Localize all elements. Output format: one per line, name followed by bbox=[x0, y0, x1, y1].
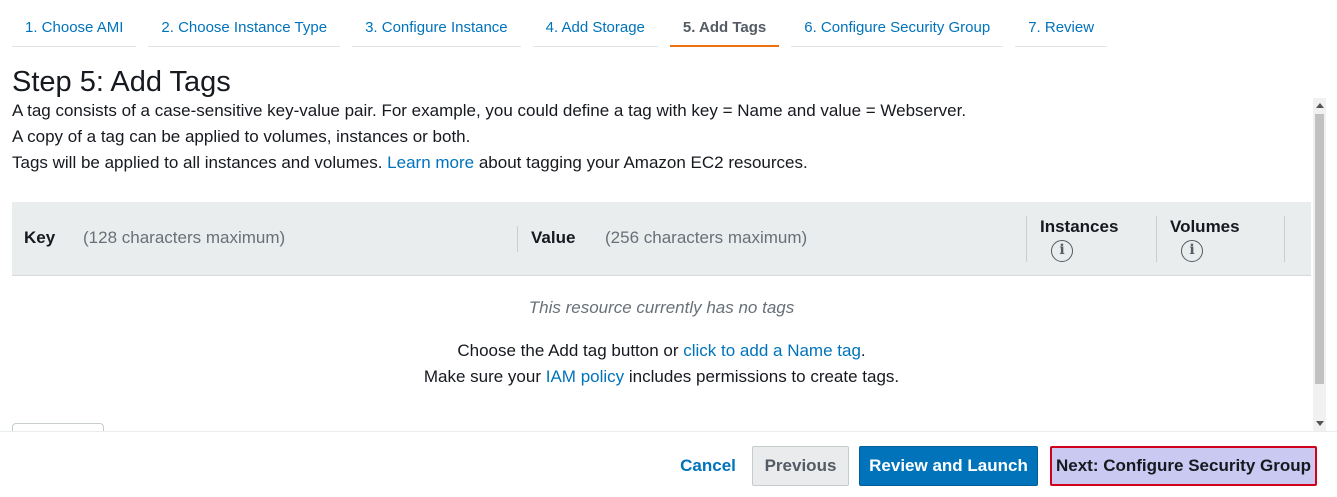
scroll-up-arrow-icon[interactable] bbox=[1316, 103, 1324, 108]
tab-choose-ami[interactable]: 1. Choose AMI bbox=[12, 10, 137, 47]
volumes-info-icon[interactable]: i bbox=[1181, 240, 1203, 262]
volumes-column-header: Volumes bbox=[1170, 217, 1240, 236]
iam-hint-suffix: includes permissions to create tags. bbox=[628, 367, 900, 386]
tags-table: Key (128 characters maximum) Value (256 … bbox=[12, 202, 1311, 386]
scroll-down-arrow-icon[interactable] bbox=[1316, 421, 1324, 426]
add-tag-hint-text: Choose the Add tag button or bbox=[457, 341, 679, 360]
wizard-footer: Cancel Previous Review and Launch Next: … bbox=[0, 431, 1337, 497]
tab-configure-instance[interactable]: 3. Configure Instance bbox=[352, 10, 521, 47]
intro-line-1: A tag consists of a case-sensitive key-v… bbox=[12, 101, 967, 120]
learn-more-link[interactable]: Learn more bbox=[387, 153, 474, 172]
iam-policy-link[interactable]: IAM policy bbox=[546, 367, 624, 386]
column-divider bbox=[1026, 216, 1027, 262]
tab-review[interactable]: 7. Review bbox=[1015, 10, 1108, 47]
add-name-tag-link[interactable]: click to add a Name tag bbox=[683, 341, 861, 360]
wizard-steps: 1. Choose AMI 2. Choose Instance Type 3.… bbox=[12, 10, 1119, 47]
tags-table-header: Key (128 characters maximum) Value (256 … bbox=[12, 202, 1311, 276]
tab-choose-instance-type[interactable]: 2. Choose Instance Type bbox=[148, 10, 341, 47]
instances-column-header: Instances bbox=[1040, 217, 1119, 236]
no-tags-message: This resource currently has no tags bbox=[528, 298, 795, 317]
iam-policy-hint: Make sure your IAM policy includes permi… bbox=[12, 367, 1311, 387]
cancel-button[interactable]: Cancel bbox=[672, 446, 744, 486]
value-column-hint: (256 characters maximum) bbox=[605, 228, 808, 247]
tab-add-storage[interactable]: 4. Add Storage bbox=[532, 10, 658, 47]
add-tag-button[interactable] bbox=[12, 423, 104, 431]
intro-line-3-suffix: about tagging your Amazon EC2 resources. bbox=[478, 153, 808, 172]
intro-line-3: Tags will be applied to all instances an… bbox=[12, 150, 966, 176]
instances-info-icon[interactable]: i bbox=[1051, 240, 1073, 262]
intro-line-2: A copy of a tag can be applied to volume… bbox=[12, 127, 471, 146]
add-tag-hint: Choose the Add tag button or click to ad… bbox=[12, 341, 1311, 361]
scrollbar-thumb[interactable] bbox=[1315, 114, 1324, 384]
scroll-content: A tag consists of a case-sensitive key-v… bbox=[0, 98, 1313, 431]
page-title: Step 5: Add Tags bbox=[12, 66, 231, 98]
vertical-scrollbar[interactable] bbox=[1313, 98, 1326, 431]
tab-add-tags[interactable]: 5. Add Tags bbox=[669, 10, 780, 47]
tab-configure-security-group[interactable]: 6. Configure Security Group bbox=[791, 10, 1004, 47]
intro-text: A tag consists of a case-sensitive key-v… bbox=[12, 98, 966, 176]
column-divider bbox=[517, 226, 518, 252]
iam-hint-text: Make sure your bbox=[423, 367, 542, 386]
key-column-hint: (128 characters maximum) bbox=[83, 228, 286, 247]
next-configure-security-group-button[interactable]: Next: Configure Security Group bbox=[1050, 446, 1317, 486]
intro-line-3-text: Tags will be applied to all instances an… bbox=[12, 153, 383, 172]
review-and-launch-button[interactable]: Review and Launch bbox=[859, 446, 1038, 486]
value-column-header: Value bbox=[531, 228, 576, 247]
column-divider bbox=[1156, 216, 1157, 262]
column-divider bbox=[1284, 216, 1285, 262]
key-column-header: Key bbox=[24, 228, 56, 247]
add-tag-hint-period: . bbox=[860, 341, 866, 360]
previous-button[interactable]: Previous bbox=[752, 446, 849, 486]
